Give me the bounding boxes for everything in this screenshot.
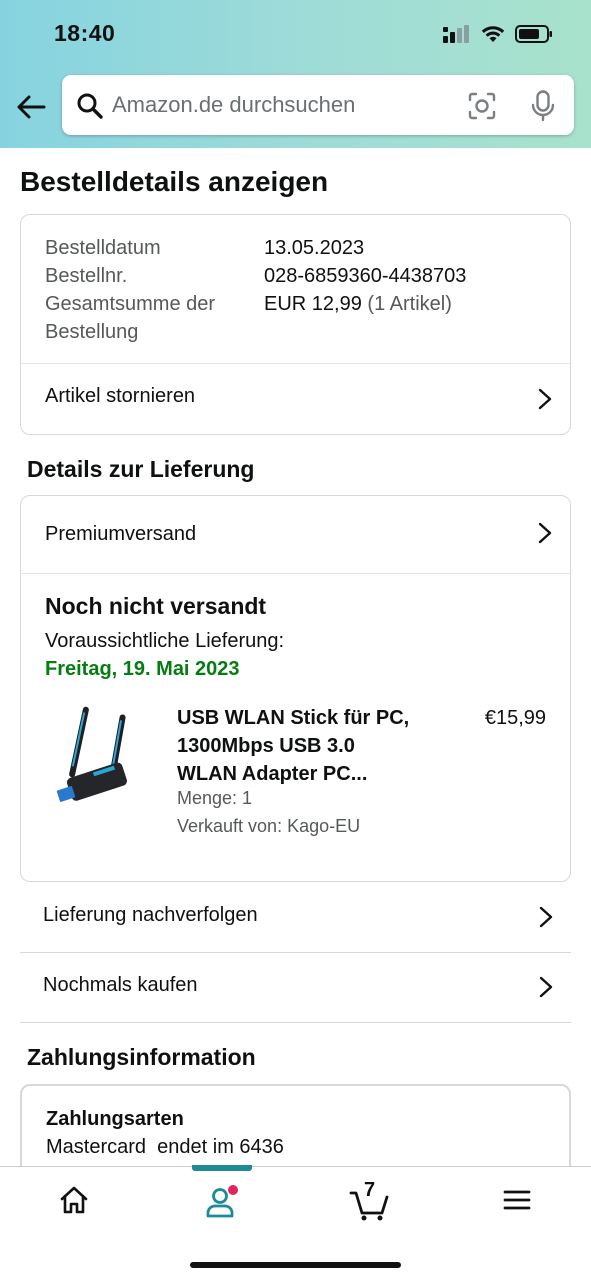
shipment-status: Noch nicht versandt	[45, 593, 267, 619]
chevron-right-icon	[539, 976, 553, 998]
expected-delivery-label: Voraussichtliche Lieferung:	[45, 630, 285, 652]
search-bar[interactable]	[62, 75, 574, 135]
product-quantity: Menge: 1	[177, 788, 253, 808]
order-total-value: EUR 12,99 (1 Artikel)	[264, 290, 452, 318]
delivery-card: Premiumversand Noch nicht versandt Vorau…	[20, 495, 571, 882]
payment-card-text: Mastercard endet im 6436	[46, 1136, 284, 1158]
order-date-label: Bestelldatum	[45, 237, 161, 259]
microphone-icon[interactable]	[530, 90, 556, 122]
status-time: 18:40	[54, 20, 116, 46]
search-icon	[77, 93, 103, 119]
order-number-value: 028-6859360-4438703	[264, 265, 467, 287]
shipping-method-label: Premiumversand	[45, 523, 197, 545]
cart-count-badge: 7	[364, 1179, 376, 1201]
app-header: 18:40	[0, 0, 591, 148]
cancel-item-row[interactable]: Artikel stornieren	[21, 364, 570, 434]
order-total-items: (1 Artikel)	[367, 293, 452, 315]
home-icon	[60, 1186, 88, 1214]
order-total-label: Gesamtsumme der Bestellung	[45, 290, 215, 346]
divider	[21, 573, 570, 574]
chevron-right-icon	[539, 906, 553, 928]
battery-icon	[515, 25, 552, 43]
menu-icon	[503, 1190, 531, 1210]
product-title-line1: USB WLAN Stick für PC,	[177, 707, 410, 729]
product-seller: Verkauft von: Kago-EU	[177, 816, 361, 836]
cellular-signal-icon	[443, 25, 469, 43]
order-total-label-line1: Gesamtsumme der	[45, 293, 216, 315]
search-input[interactable]	[112, 75, 442, 135]
product-price: €15,99	[484, 707, 546, 729]
camera-scan-icon[interactable]	[468, 92, 496, 120]
home-indicator	[190, 1262, 401, 1268]
status-icons	[443, 24, 553, 44]
tab-menu[interactable]	[443, 1167, 591, 1237]
expected-delivery-date: Freitag, 19. Mai 2023	[45, 658, 240, 680]
order-date-value: 13.05.2023	[264, 237, 365, 259]
page-title: Bestelldetails anzeigen	[20, 166, 329, 197]
buy-again-label: Nochmals kaufen	[43, 974, 198, 996]
track-delivery-row[interactable]: Lieferung nachverfolgen	[20, 883, 571, 953]
shipping-method-row[interactable]: Premiumversand	[21, 496, 570, 573]
product-image[interactable]	[56, 702, 136, 814]
product-title[interactable]: USB WLAN Stick für PC, 1300Mbps USB 3.0 …	[177, 704, 409, 788]
wifi-icon	[481, 26, 505, 42]
order-total-amount: EUR 12,99	[264, 293, 362, 315]
tab-cart[interactable]: 7	[296, 1167, 444, 1237]
track-delivery-label: Lieferung nachverfolgen	[43, 904, 258, 926]
delivery-heading: Details zur Lieferung	[27, 456, 255, 482]
product-title-line3: WLAN Adapter PC...	[177, 763, 368, 785]
tab-home[interactable]	[0, 1167, 148, 1237]
order-total-label-line2: Bestellung	[45, 321, 139, 343]
cancel-item-label: Artikel stornieren	[45, 385, 196, 407]
product-title-line2: 1300Mbps USB 3.0	[177, 735, 355, 757]
tab-account[interactable]	[148, 1167, 296, 1237]
buy-again-row[interactable]: Nochmals kaufen	[20, 953, 571, 1023]
chevron-right-icon	[538, 522, 552, 544]
payment-methods-label: Zahlungsarten	[46, 1108, 184, 1130]
order-number-label: Bestellnr.	[45, 265, 128, 287]
order-summary-card: Bestelldatum 13.05.2023 Bestellnr. 028-6…	[20, 214, 571, 435]
back-arrow-icon[interactable]	[14, 90, 48, 124]
payment-heading: Zahlungsinformation	[27, 1044, 256, 1070]
chevron-right-icon	[538, 388, 552, 410]
account-icon	[206, 1185, 238, 1218]
